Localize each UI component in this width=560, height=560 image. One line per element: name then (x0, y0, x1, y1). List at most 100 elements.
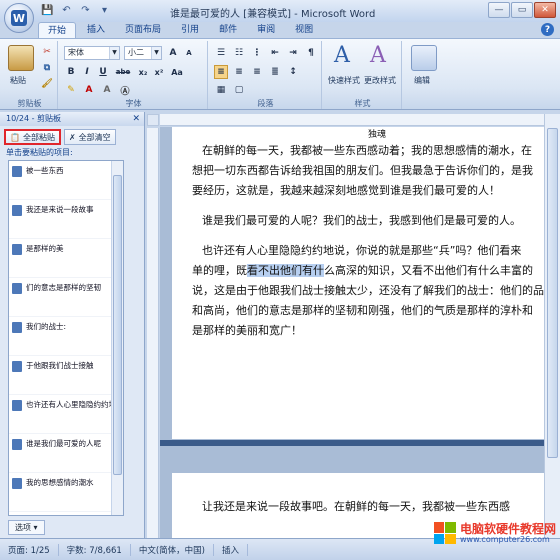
list-item[interactable]: 我的思想感情的潮水 (9, 473, 123, 512)
align-right-icon[interactable]: ≡ (250, 65, 264, 79)
selected-text[interactable]: 看不出他们有什 (247, 264, 324, 277)
scroll-thumb[interactable] (113, 175, 122, 475)
doc-line-page2: 让我还是来说一段故事吧。在朝鲜的每一天，我都被一些东西感 (202, 500, 510, 513)
tab-references[interactable]: 引用 (172, 22, 208, 38)
decrease-indent-icon[interactable]: ⇤ (268, 46, 282, 60)
watermark-text: 电脑软硬件教程网 www.computer26.com (460, 523, 556, 544)
list-item[interactable]: 们的意志是那样的坚韧 (9, 278, 123, 317)
show-marks-icon[interactable]: ¶ (304, 46, 318, 60)
word-count[interactable]: 字数: 7/8,661 (59, 543, 131, 556)
list-item[interactable]: 于他跟我们战士接触 (9, 356, 123, 395)
paste-icon[interactable] (8, 45, 34, 71)
font-group: 宋体 ▼ 小二 ▼ A A B I U abe x₂ x² Aa ✎ A A Ⓐ 字… (60, 41, 208, 109)
tab-mailings[interactable]: 邮件 (210, 22, 246, 38)
numbering-icon[interactable]: ☷ (232, 46, 246, 60)
list-item[interactable]: 我们的战士: (9, 317, 123, 356)
document-area[interactable]: 独魂 在朝鲜的每一天，我都被一些东西感动着；我的思想感情的潮水，在 想把一切东西… (160, 127, 544, 538)
office-button[interactable]: W (4, 3, 34, 33)
maximize-icon[interactable]: ▭ (511, 2, 533, 18)
list-item[interactable]: 是那样的美 (9, 239, 123, 278)
align-left-icon[interactable]: ≡ (214, 65, 228, 79)
font-name-value: 宋体 (68, 48, 84, 57)
help-icon[interactable]: ? (541, 23, 554, 36)
tab-review[interactable]: 审阅 (248, 22, 284, 38)
doc-line-4: 谁是我们最可爱的人呢？我们的战士，我感到他们是最可爱的人。 (202, 214, 521, 227)
char-shading-icon[interactable]: A (100, 83, 114, 97)
doc-line-8: 和高尚，他们的意志是那样的坚韧和刚强，他们的气质是那样的淳朴和 (192, 304, 533, 317)
chevron-down-icon: ▼ (109, 47, 119, 59)
underline-button[interactable]: U (96, 65, 110, 79)
paragraph-group-label: 段落 (257, 99, 274, 108)
paste-all-button[interactable]: 📋 全部粘贴 (4, 129, 61, 145)
italic-button[interactable]: I (80, 65, 94, 79)
justify-icon[interactable]: ≣ (268, 65, 282, 79)
vertical-ruler[interactable] (147, 128, 159, 538)
find-icon[interactable] (411, 45, 437, 71)
subscript-button[interactable]: x₂ (136, 65, 150, 79)
font-size-combo[interactable]: 小二 ▼ (124, 46, 162, 60)
page-break (160, 440, 544, 446)
tab-insert[interactable]: 插入 (78, 22, 114, 38)
language[interactable]: 中文(简体，中国) (131, 543, 214, 556)
editing-group: 编辑 (404, 41, 444, 109)
word-doc-icon (12, 322, 22, 333)
options-label: 选项 (15, 523, 31, 532)
tab-layout[interactable]: 页面布局 (116, 22, 170, 38)
minimize-icon[interactable]: — (488, 2, 510, 18)
paste-label[interactable]: 粘贴 (10, 75, 26, 86)
close-icon[interactable]: ✕ (132, 112, 140, 126)
multilevel-icon[interactable]: ⋮ (250, 46, 264, 60)
cut-icon[interactable]: ✂ (40, 45, 54, 59)
copy-icon[interactable]: ⧉ (40, 61, 54, 75)
font-grow-icon[interactable]: A (166, 46, 180, 60)
bullets-icon[interactable]: ☰ (214, 46, 228, 60)
clipboard-scrollbar[interactable] (111, 161, 123, 515)
horizontal-ruler[interactable] (160, 114, 544, 126)
bold-button[interactable]: B (64, 65, 78, 79)
redo-icon[interactable]: ↷ (78, 3, 93, 18)
change-case-button[interactable]: Aa (168, 65, 186, 79)
char-border-icon[interactable]: Ⓐ (118, 83, 132, 97)
word-doc-icon (12, 439, 22, 450)
scroll-thumb[interactable] (547, 128, 558, 458)
shading-icon[interactable]: ▦ (214, 83, 228, 97)
borders-icon[interactable]: ▢ (232, 83, 246, 97)
font-name-combo[interactable]: 宋体 ▼ (64, 46, 120, 60)
font-shrink-icon[interactable]: A (182, 46, 196, 60)
ruler-toggle[interactable] (147, 114, 159, 126)
font-size-value: 小二 (128, 48, 144, 57)
list-item[interactable]: 被一些东西 (9, 161, 123, 200)
list-item[interactable]: 谁是我们最可爱的人呢 (9, 434, 123, 473)
watermark-name: 电脑软硬件教程网 (459, 521, 556, 536)
align-center-icon[interactable]: ≡ (232, 65, 246, 79)
quick-styles-icon[interactable]: A (334, 43, 350, 68)
increase-indent-icon[interactable]: ⇥ (286, 46, 300, 60)
line-spacing-icon[interactable]: ↕ (286, 65, 300, 79)
undo-icon[interactable]: ↶ (59, 3, 74, 18)
close-icon[interactable]: ✕ (534, 2, 556, 18)
font-color-icon[interactable]: A (82, 83, 96, 97)
superscript-button[interactable]: x² (152, 65, 166, 79)
change-styles-label[interactable]: 更改样式 (364, 75, 396, 86)
list-item[interactable]: 我还是来说一段故事 (9, 200, 123, 239)
tab-home[interactable]: 开始 (38, 22, 77, 38)
save-icon[interactable]: 💾 (40, 3, 55, 18)
change-styles-icon[interactable]: A (370, 43, 386, 68)
quick-styles-label[interactable]: 快速样式 (328, 75, 360, 86)
styles-group: A A 快速样式 更改样式 样式 (324, 41, 402, 109)
editing-label[interactable]: 编辑 (414, 75, 430, 86)
highlight-icon[interactable]: ✎ (64, 83, 78, 97)
page-1[interactable]: 独魂 在朝鲜的每一天，我都被一些东西感动着；我的思想感情的潮水，在 想把一切东西… (172, 127, 544, 439)
tab-view[interactable]: 视图 (286, 22, 322, 38)
window-title: 谁是最可爱的人 [兼容模式] - Microsoft Word (170, 9, 376, 20)
qat-dropdown-icon[interactable]: ▾ (97, 3, 112, 18)
options-button[interactable]: 选项 ▾ (8, 520, 45, 535)
office-logo-icon: W (11, 10, 27, 26)
format-painter-icon[interactable]: 🖌 (40, 77, 54, 91)
strikethrough-button[interactable]: abe (114, 65, 132, 79)
document-scrollbar[interactable] (544, 114, 560, 538)
list-item[interactable]: 也许还有人心里隐隐约约地 (9, 395, 123, 434)
insert-mode[interactable]: 插入 (214, 543, 248, 556)
page-count[interactable]: 页面: 1/25 (0, 543, 59, 556)
clear-all-button[interactable]: ✗ 全部清空 (63, 129, 116, 145)
